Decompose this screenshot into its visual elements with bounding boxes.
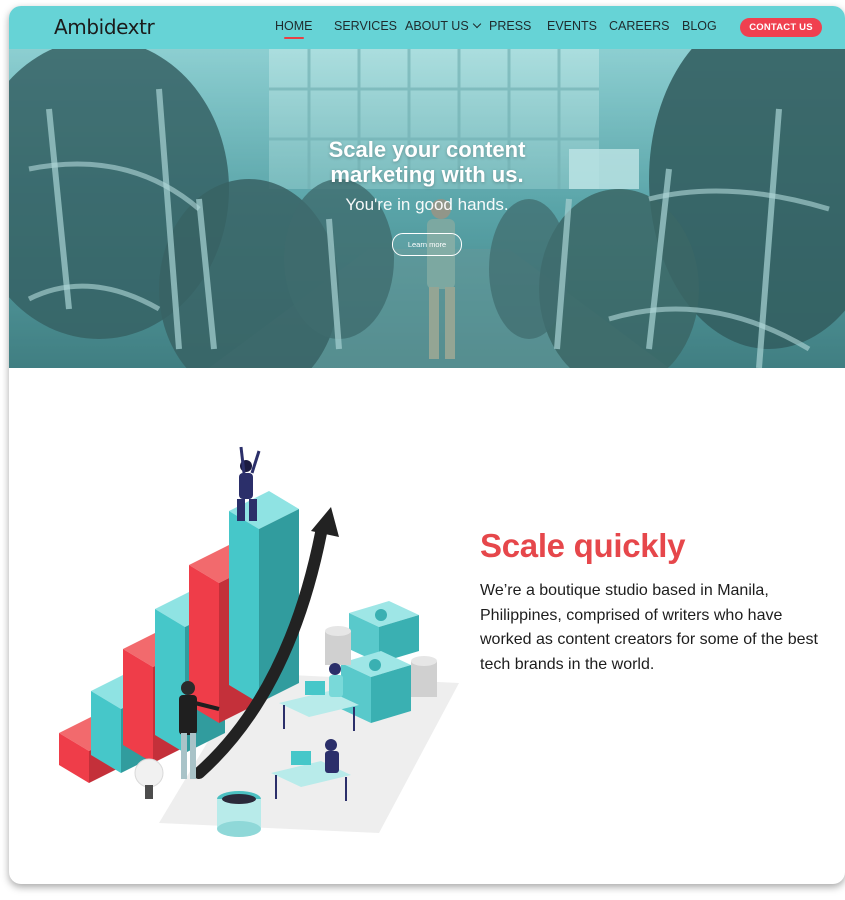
top-navbar: Ambidextr HOME SERVICES ABOUT US PRESS E… <box>9 6 845 49</box>
nav-item-services[interactable]: SERVICES <box>334 19 397 33</box>
brand-logo[interactable]: Ambidextr <box>54 15 155 39</box>
browser-page: Ambidextr HOME SERVICES ABOUT US PRESS E… <box>9 6 845 884</box>
hero-title-line-2: marketing with us. <box>330 162 524 187</box>
nav-item-press[interactable]: PRESS <box>489 19 531 33</box>
nav-item-home[interactable]: HOME <box>275 19 313 39</box>
nav-item-about-us-label: ABOUT US <box>405 19 469 33</box>
chevron-down-icon <box>472 19 481 29</box>
nav-item-blog[interactable]: BLOG <box>682 19 717 33</box>
hero-banner: Scale your content marketing with us. Yo… <box>9 49 845 368</box>
nav-item-careers[interactable]: CAREERS <box>609 19 669 33</box>
hero-title: Scale your content marketing with us. <box>9 137 845 187</box>
contact-us-button[interactable]: CONTACT US <box>740 18 822 37</box>
hero-subtitle: You're in good hands. <box>345 195 509 214</box>
hero-title-line-1: Scale your content <box>328 137 526 162</box>
feature-title: Scale quickly <box>480 527 686 564</box>
feature-description: We’re a boutique studio based in Manila,… <box>480 582 818 673</box>
learn-more-button[interactable]: Learn more <box>392 233 462 256</box>
nav-item-events[interactable]: EVENTS <box>547 19 597 33</box>
nav-item-about-us[interactable]: ABOUT US <box>405 19 481 33</box>
growth-chart-illustration <box>59 446 459 837</box>
